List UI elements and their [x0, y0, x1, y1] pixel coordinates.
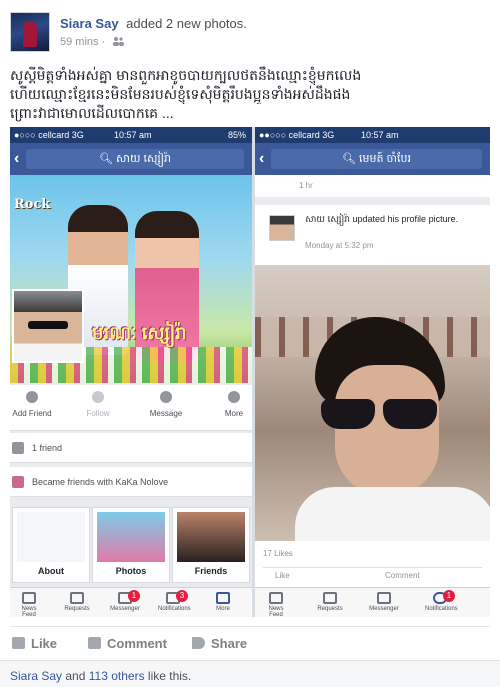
more-button: More: [206, 391, 252, 418]
follow-icon: [92, 391, 104, 403]
search-text: មេមត៍ ចាំបែរ: [359, 153, 411, 165]
post-text: សូស្តីមិត្តទាំងអស់គ្នា មានពួកអាខូចបាយក្ប…: [10, 66, 490, 123]
message-button: Message: [138, 391, 194, 418]
share-icon: [192, 637, 205, 649]
notifications-tab: Notifications 3: [158, 590, 191, 612]
became-friends-row: Became friends with KaKa Nolove: [10, 467, 252, 497]
clock-text: 10:57 am: [114, 130, 152, 140]
post-text-line: សូស្តីមិត្តទាំងអស់គ្នា មានពួកអាខូចបាយក្ប…: [10, 67, 362, 83]
update-author-avatar: [269, 215, 295, 241]
news-feed-tab: News Feed: [14, 592, 44, 617]
sunglasses: [321, 399, 375, 429]
add-friend-icon: [26, 391, 38, 403]
clock-text: 10:57 am: [361, 130, 399, 140]
requests-tab: Requests: [315, 592, 345, 612]
status-bar: ●○○○ cellcard 3G 10:57 am 85%: [10, 127, 252, 143]
notifications-tab: Notifications 1: [425, 590, 458, 612]
facebook-post: Siara Say added 2 new photos. 59 mins · …: [0, 0, 500, 687]
mobile-tabbar: News Feed Requests Messenger 1 Notificati…: [10, 587, 252, 617]
selfie-photo: [255, 265, 490, 541]
friends-icon: [12, 442, 24, 454]
profile-update-story: សាយ ស្សៀរ៉ា updated his profile picture.…: [255, 205, 490, 265]
battery-text: 85%: [227, 130, 246, 140]
cover-title-art: មរណៈ ស្សៀរ៉ា: [92, 323, 187, 343]
update-time: Monday at 5:32 pm: [305, 241, 374, 250]
friends-count-row: 1 friend: [10, 433, 252, 463]
post-text-line: ហើយឈ្មោះខ្មែរនេះមិនមែនរបស់ខ្ញុំទេសុំមិត្…: [10, 86, 351, 102]
post-header: Siara Say added 2 new photos. 59 mins ·: [10, 12, 490, 56]
message-icon: [160, 391, 172, 403]
photo-timeline-screenshot[interactable]: ●●○○○ cellcard 3G 10:57 am ‹ 🔍︎ មេមត៍ ចា…: [255, 127, 490, 617]
post-meta: 59 mins ·: [60, 36, 125, 48]
share-button[interactable]: Share: [192, 636, 247, 651]
thumbs-up-icon: [12, 637, 25, 649]
photo-likes-row: 17 Likes Like Comment: [255, 541, 490, 587]
profile-picture: [12, 289, 84, 363]
messenger-tab: Messenger 1: [110, 590, 140, 612]
photos-tile: Photos: [92, 507, 170, 583]
photos-thumbnail: [97, 512, 165, 562]
photo-profile-screenshot[interactable]: ●○○○ cellcard 3G 10:57 am 85% ‹ 🔍︎ សាយ ស…: [10, 127, 252, 617]
likes-count: 17 Likes: [263, 549, 293, 558]
back-arrow-icon: ‹: [14, 150, 20, 167]
more-icon: [228, 391, 240, 403]
post-text-line: ព្រោះវាជាមោលដើលបោកគេ ...: [10, 105, 174, 121]
messenger-badge: 1: [128, 590, 140, 602]
status-bar: ●●○○○ cellcard 3G 10:57 am: [255, 127, 490, 143]
mobile-navbar: ‹ 🔍︎ សាយ ស្សៀរ៉ា: [10, 143, 252, 175]
update-text: សាយ ស្សៀរ៉ា updated his profile picture.: [305, 214, 459, 224]
mobile-tabbar: News Feed Requests Messenger Notificatio…: [255, 587, 490, 617]
messenger-tab: Messenger: [369, 592, 399, 612]
photo-grid: ●○○○ cellcard 3G 10:57 am 85% ‹ 🔍︎ សាយ ស…: [10, 127, 490, 617]
author-avatar[interactable]: [10, 12, 50, 52]
profile-tiles: About Photos Friends: [10, 505, 252, 585]
search-icon: 🔍︎: [342, 153, 360, 165]
requests-tab: Requests: [62, 592, 92, 612]
friends-tile: Friends: [172, 507, 250, 583]
notifications-badge: 3: [176, 590, 188, 602]
story-time-row: 1 hr: [255, 175, 490, 197]
cover-logo: Rock: [14, 197, 51, 212]
author-line: Siara Say added 2 new photos.: [60, 16, 247, 31]
mobile-search-box: 🔍︎ មេមត៍ ចាំបែរ: [271, 149, 482, 169]
friends-thumbnail: [177, 512, 245, 562]
carrier-text: ●●○○○ cellcard 3G: [259, 130, 335, 140]
news-feed-tab: News Feed: [261, 592, 291, 617]
mobile-navbar: ‹ 🔍︎ មេមត៍ ចាំបែរ: [255, 143, 490, 175]
mobile-like-button: Like: [275, 571, 290, 580]
mobile-comment-button: Comment: [385, 571, 420, 580]
other-likers-link[interactable]: 113 others: [89, 669, 145, 683]
liker-name-link[interactable]: Siara Say: [10, 669, 62, 683]
add-friend-button: Add Friend: [10, 391, 60, 418]
back-arrow-icon: ‹: [259, 150, 265, 167]
post-action-bar: Like Comment Share: [10, 626, 490, 660]
about-tile: About: [12, 507, 90, 583]
profile-actions: Add Friend Follow Message More: [10, 385, 252, 431]
comment-icon: [88, 637, 101, 649]
search-icon: 🔍︎: [98, 153, 117, 165]
mobile-search-box: 🔍︎ សាយ ស្សៀរ៉ា: [26, 149, 244, 169]
like-button[interactable]: Like: [12, 636, 57, 651]
search-text: សាយ ស្សៀរ៉ា: [116, 153, 172, 165]
follow-button: Follow: [70, 391, 126, 418]
comment-button[interactable]: Comment: [88, 636, 167, 651]
friends-icon[interactable]: [112, 36, 125, 46]
post-timestamp[interactable]: 59 mins: [60, 36, 99, 48]
author-name-link[interactable]: Siara Say: [60, 16, 119, 31]
person-icon: [17, 512, 85, 562]
notifications-badge: 1: [443, 590, 455, 602]
more-tab: More: [208, 592, 238, 612]
likes-summary: Siara Say and 113 others like this.: [0, 660, 500, 687]
friend-avatar: [12, 476, 24, 488]
post-action-text: added 2 new photos.: [126, 16, 247, 31]
carrier-text: ●○○○ cellcard 3G: [14, 130, 84, 140]
